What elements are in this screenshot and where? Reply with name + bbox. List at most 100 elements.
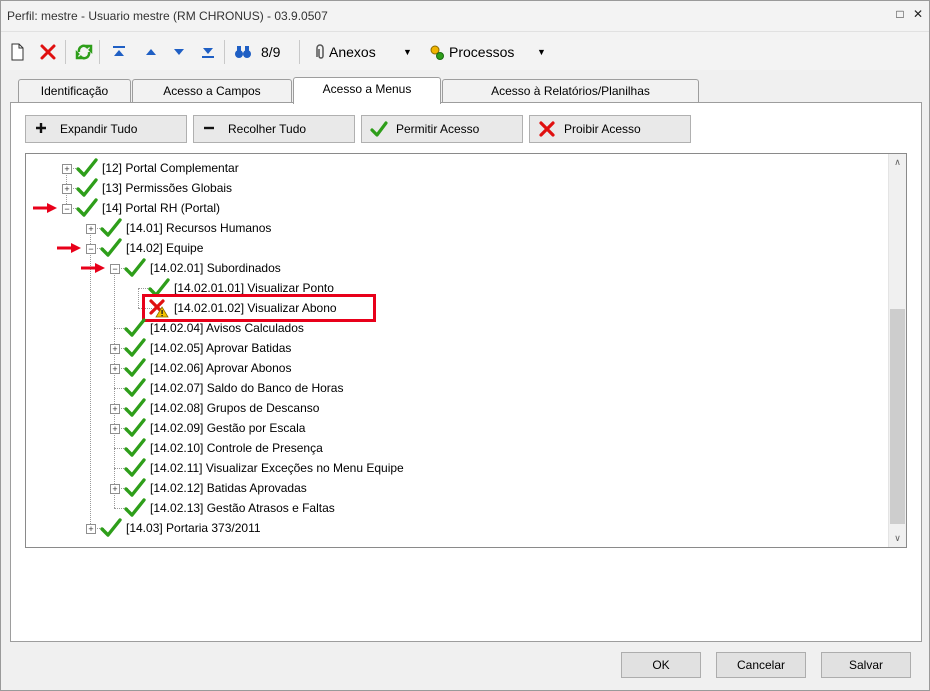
tree-node-label: [14.02.10] Controle de Presença xyxy=(150,441,323,455)
down-arrow-icon xyxy=(174,49,184,55)
expand-node-toggle[interactable]: + xyxy=(86,524,96,534)
tree-node[interactable]: + [14.01] Recursos Humanos xyxy=(26,218,876,238)
expand-node-toggle[interactable]: + xyxy=(110,484,120,494)
chevron-down-icon: ▼ xyxy=(403,47,412,57)
toolbar-separator xyxy=(65,40,66,64)
collapse-node-toggle[interactable]: − xyxy=(62,204,72,214)
window-title: Perfil: mestre - Usuario mestre (RM CHRO… xyxy=(7,9,328,23)
scroll-up-arrow[interactable]: ∧ xyxy=(889,154,906,171)
tree-node[interactable]: − [14.02] Equipe xyxy=(26,238,876,258)
tree-node-label: [14.02.09] Gestão por Escala xyxy=(150,421,306,435)
tree-node-label: [14.02.07] Saldo do Banco de Horas xyxy=(150,381,344,395)
expand-node-toggle[interactable]: + xyxy=(110,364,120,374)
tree-node[interactable]: [14.02.07] Saldo do Banco de Horas xyxy=(26,378,876,398)
toolbar-separator xyxy=(224,40,225,64)
tree-node-label: [14.02.05] Aprovar Batidas xyxy=(150,341,292,355)
deny-access-button[interactable]: Proibir Acesso xyxy=(529,115,691,143)
close-window-button[interactable]: ✕ xyxy=(911,7,925,21)
tab-acesso-campos[interactable]: Acesso a Campos xyxy=(132,79,292,102)
red-arrow-annotation xyxy=(33,203,57,213)
red-x-icon xyxy=(539,121,555,137)
tree-node-label: [14.02] Equipe xyxy=(126,241,204,255)
expand-all-button[interactable]: Expandir Tudo xyxy=(25,115,187,143)
tree-node[interactable]: + [13] Permissões Globais xyxy=(26,178,876,198)
tree-node[interactable]: + [14.02.08] Grupos de Descanso xyxy=(26,398,876,418)
allow-access-button[interactable]: Permitir Acesso xyxy=(361,115,523,143)
new-button[interactable] xyxy=(9,41,25,63)
menu-tree[interactable]: ∧ ∨ + [12] Portal Complementar + [13] Permi… xyxy=(25,153,907,548)
red-arrow-annotation xyxy=(81,263,105,273)
paperclip-icon xyxy=(316,44,324,59)
app-window: Perfil: mestre - Usuario mestre (RM CHRO… xyxy=(0,0,930,691)
tree-node-label: [14.02.08] Grupos de Descanso xyxy=(150,401,320,415)
allow-access-label: Permitir Acesso xyxy=(396,122,480,136)
refresh-button[interactable] xyxy=(75,41,93,63)
tree-node-label: [14.02.01] Subordinados xyxy=(150,261,281,275)
tree-node[interactable]: + [12] Portal Complementar xyxy=(26,158,876,178)
last-record-icon xyxy=(202,48,214,58)
vertical-scrollbar[interactable]: ∧ ∨ xyxy=(888,154,906,547)
expand-node-toggle[interactable]: + xyxy=(62,184,72,194)
toolbar: 8/9 Anexos ▼ Processos ▼ xyxy=(1,32,929,70)
tree-node[interactable]: [14.02.10] Controle de Presença xyxy=(26,438,876,458)
expand-node-toggle[interactable]: + xyxy=(86,224,96,234)
toolbar-separator xyxy=(99,40,100,64)
expand-all-label: Expandir Tudo xyxy=(60,122,138,136)
red-arrow-annotation xyxy=(57,243,81,253)
tree-node[interactable]: [14.02.13] Gestão Atrasos e Faltas xyxy=(26,498,876,518)
expand-node-toggle[interactable]: + xyxy=(62,164,72,174)
anexos-label: Anexos xyxy=(329,44,376,60)
tree-node-label: [14.01] Recursos Humanos xyxy=(126,221,272,235)
delete-button[interactable] xyxy=(39,41,57,63)
tab-identificacao[interactable]: Identificação xyxy=(18,79,131,102)
tree-node-label: [14.02.01.01] Visualizar Ponto xyxy=(174,281,334,295)
tree-node[interactable]: − [14.02.01] Subordinados xyxy=(26,258,876,278)
tree-node[interactable]: + [14.03] Portaria 373/2011 xyxy=(26,518,876,538)
title-bar: Perfil: mestre - Usuario mestre (RM CHRO… xyxy=(1,1,929,32)
scroll-down-arrow[interactable]: ∨ xyxy=(889,530,906,547)
record-counter: 8/9 xyxy=(261,44,281,60)
tab-acesso-relatorios[interactable]: Acesso à Relatórios/Planilhas xyxy=(442,79,699,102)
previous-record-button[interactable] xyxy=(143,41,159,63)
collapse-all-label: Recolher Tudo xyxy=(228,122,307,136)
tree-node[interactable]: + [14.02.05] Aprovar Batidas xyxy=(26,338,876,358)
tree-node-label: [14.02.06] Aprovar Abonos xyxy=(150,361,292,375)
expand-node-toggle[interactable]: + xyxy=(110,424,120,434)
ok-button[interactable]: OK xyxy=(621,652,701,678)
chevron-down-icon: ▼ xyxy=(537,47,546,57)
tree-node[interactable]: + [14.02.06] Aprovar Abonos xyxy=(26,358,876,378)
cancel-button[interactable]: Cancelar xyxy=(716,652,806,678)
save-button[interactable]: Salvar xyxy=(821,652,911,678)
tree-node[interactable]: + [14.02.09] Gestão por Escala xyxy=(26,418,876,438)
find-button[interactable] xyxy=(233,41,253,63)
collapse-all-button[interactable]: Recolher Tudo xyxy=(193,115,355,143)
expand-node-toggle[interactable]: + xyxy=(110,404,120,414)
tab-acesso-menus[interactable]: Acesso a Menus xyxy=(293,77,441,104)
collapse-node-toggle[interactable]: − xyxy=(110,264,120,274)
tab-panel-acesso-menus: Expandir Tudo Recolher Tudo Permitir Ace… xyxy=(10,102,922,642)
first-record-button[interactable] xyxy=(111,41,127,63)
tree-node-label: [13] Permissões Globais xyxy=(102,181,233,195)
processos-label: Processos xyxy=(449,44,515,60)
refresh-icon xyxy=(75,44,93,60)
restore-button[interactable]: □ xyxy=(893,7,907,21)
binoculars-icon xyxy=(235,46,251,58)
collapse-node-toggle[interactable]: − xyxy=(86,244,96,254)
deny-access-label: Proibir Acesso xyxy=(564,122,641,136)
tab-strip: Identificação Acesso a Campos Acesso a M… xyxy=(1,77,929,104)
tree-node[interactable]: − [14] Portal RH (Portal) xyxy=(26,198,876,218)
last-record-button[interactable] xyxy=(200,41,216,63)
tree-node[interactable]: [14.02.11] Visualizar Exceções no Menu E… xyxy=(26,458,876,478)
minus-icon xyxy=(204,126,214,130)
new-document-icon xyxy=(11,43,24,61)
tree-node[interactable]: [14.02.01.02] Visualizar Abono xyxy=(26,294,876,322)
tree-node-label: [14.02.11] Visualizar Exceções no Menu E… xyxy=(150,461,404,475)
next-record-button[interactable] xyxy=(171,41,187,63)
scroll-thumb[interactable] xyxy=(890,309,905,524)
allowed-check-icon[interactable] xyxy=(100,518,122,541)
tree-node[interactable]: + [14.02.12] Batidas Aprovadas xyxy=(26,478,876,498)
up-arrow-icon xyxy=(146,49,156,55)
expand-node-toggle[interactable]: + xyxy=(110,344,120,354)
tree-node-label: [14.02.12] Batidas Aprovadas xyxy=(150,481,307,495)
tree-node[interactable]: [14.02.04] Avisos Calculados xyxy=(26,318,876,338)
